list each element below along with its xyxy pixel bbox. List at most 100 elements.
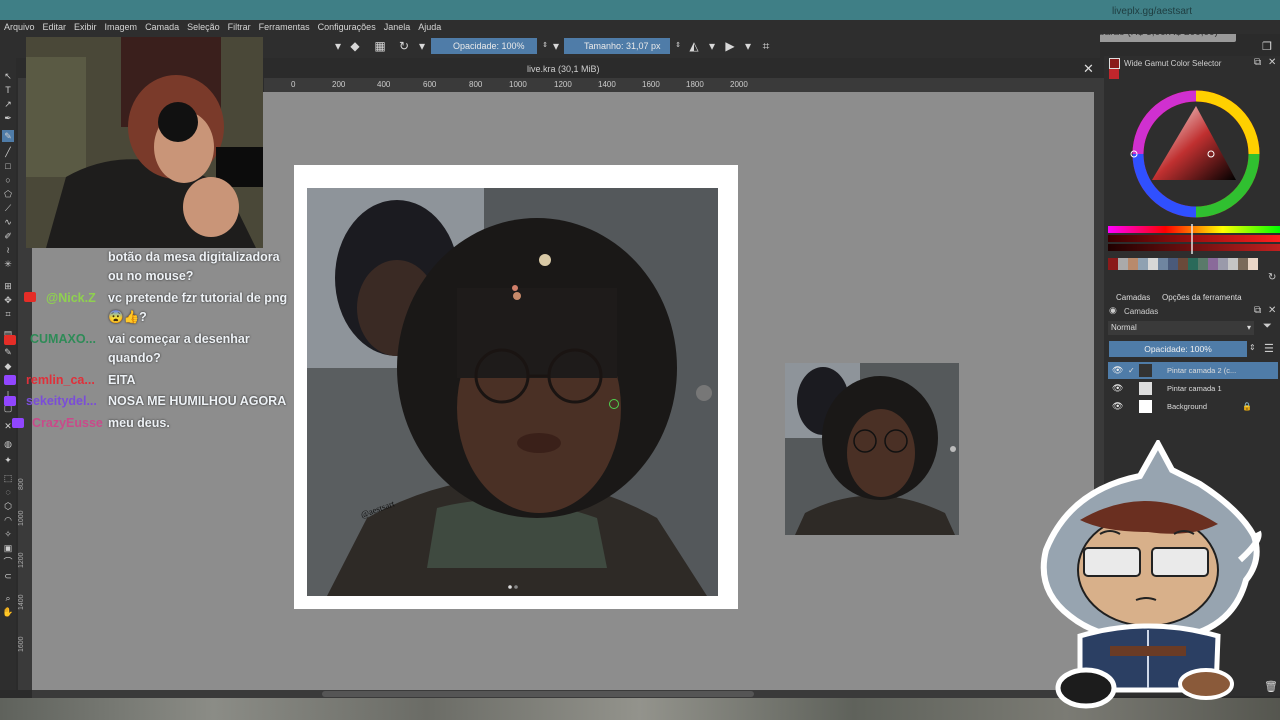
color-swatch[interactable] (1138, 258, 1148, 270)
close-panel-icon[interactable]: ✕ (1268, 57, 1276, 68)
similar-select-icon[interactable]: ▣ (2, 542, 14, 554)
ellipse-select-icon[interactable]: ◌ (2, 486, 14, 498)
color-swatch[interactable] (1198, 258, 1208, 270)
pan-tool-icon[interactable]: ✋ (2, 606, 14, 618)
calligraphy-icon[interactable]: ✒ (2, 112, 14, 124)
mirror-horizontal-icon[interactable]: ◭ (686, 38, 702, 54)
bezier-select-icon[interactable]: ⌒ (2, 556, 14, 568)
close-panel-icon[interactable]: ✕ (1268, 305, 1276, 316)
blend-mode-select[interactable]: Normal ▾ (1108, 321, 1254, 335)
artwork-portrait[interactable]: @aestsart (307, 188, 718, 596)
edit-shapes-icon[interactable]: ↗ (2, 98, 14, 110)
hue-slider[interactable] (1108, 226, 1280, 233)
slider-handle[interactable] (1191, 224, 1193, 254)
bezier-tool-icon[interactable]: ∿ (2, 216, 14, 228)
color-swatch[interactable] (1218, 258, 1228, 270)
ruler-tick: 200 (332, 80, 346, 89)
color-swatch[interactable] (1168, 258, 1178, 270)
reload-preset-icon[interactable]: ↻ (396, 38, 412, 54)
color-swatch[interactable] (1238, 258, 1248, 270)
reference-image[interactable] (785, 363, 959, 535)
fill-bucket-icon[interactable]: ◍ (2, 438, 14, 450)
menu-filtrar[interactable]: Filtrar (224, 20, 255, 34)
menu-arquivo[interactable]: Arquivo (0, 20, 39, 34)
float-panel-icon[interactable]: ⧉ (1254, 57, 1261, 68)
select-shapes-icon[interactable]: ↖ (2, 70, 14, 82)
wrap-around-icon[interactable]: ⌗ (758, 38, 774, 54)
freehand-select-icon[interactable]: ◠ (2, 514, 14, 526)
visibility-eye-icon[interactable]: 👁 (1112, 362, 1123, 379)
brush-size-slider[interactable]: Tamanho: 31,07 px (564, 38, 670, 54)
color-swatch[interactable] (1148, 258, 1158, 270)
menu-ajuda[interactable]: Ajuda (414, 20, 445, 34)
polyline-tool-icon[interactable]: ⟋ (2, 202, 14, 214)
mirror-vertical-icon[interactable]: ▶ (722, 38, 738, 54)
window-restore-icon[interactable]: ❐ (1262, 40, 1272, 53)
color-wheel[interactable] (1122, 86, 1270, 226)
close-document-icon[interactable]: ✕ (1083, 61, 1094, 77)
rectangle-tool-icon[interactable]: □ (2, 160, 14, 172)
line-tool-icon[interactable]: ╱ (2, 146, 14, 158)
filter-icon[interactable]: ⏷ (1263, 320, 1272, 333)
chevron-down-icon[interactable]: ▾ (414, 38, 430, 54)
layer-row[interactable]: 👁 Background 🔒 (1108, 398, 1278, 415)
menu-ferramentas[interactable]: Ferramentas (255, 20, 314, 34)
pattern-edit-icon[interactable]: ✦ (2, 454, 14, 466)
polygon-tool-icon[interactable]: ⬠ (2, 188, 14, 200)
rect-select-icon[interactable]: ⬚ (2, 472, 14, 484)
color-swatch[interactable] (1188, 258, 1198, 270)
menu-configuracoes[interactable]: Configurações (314, 20, 380, 34)
foreground-color-swatch[interactable] (1109, 58, 1120, 69)
menu-exibir[interactable]: Exibir (70, 20, 101, 34)
chevron-down-icon[interactable]: ▾ (548, 38, 564, 54)
value-slider[interactable] (1108, 244, 1280, 251)
freehand-path-icon[interactable]: ✐ (2, 230, 14, 242)
layer-row[interactable]: 👁 ✓ Pintar camada 2 (c... (1108, 362, 1278, 379)
delete-layer-icon[interactable]: 🗑 (1264, 680, 1278, 693)
color-swatch[interactable] (1128, 258, 1138, 270)
chevron-down-icon[interactable]: ▾ (704, 38, 720, 54)
layer-row[interactable]: 👁 Pintar camada 1 (1108, 380, 1278, 397)
eraser-icon[interactable]: ◆ (347, 38, 363, 54)
alpha-lock-icon[interactable]: ▦ (372, 38, 388, 54)
refresh-icon[interactable]: ↻ (1268, 272, 1276, 283)
shark-mascot-overlay (1040, 437, 1266, 710)
layer-opacity-slider[interactable]: Opacidade: 100% (1109, 341, 1247, 357)
checkmark-icon[interactable]: ✓ (1128, 362, 1135, 379)
color-swatch[interactable] (1248, 258, 1258, 270)
text-tool-icon[interactable]: T (2, 84, 14, 96)
color-swatch[interactable] (1108, 258, 1118, 270)
magnetic-select-icon[interactable]: ⊂ (2, 570, 14, 582)
menu-camada[interactable]: Camada (141, 20, 183, 34)
ellipse-tool-icon[interactable]: ○ (2, 174, 14, 186)
lock-icon[interactable]: 🔒 (1242, 398, 1252, 415)
tab-tool-options[interactable]: Opções da ferramenta (1162, 293, 1242, 302)
background-color-swatch[interactable] (1109, 69, 1119, 79)
chevron-down-icon[interactable]: ▾ (330, 38, 346, 54)
menu-janela[interactable]: Janela (380, 20, 415, 34)
opacity-slider[interactable]: Opacidade: 100% (431, 38, 537, 54)
color-swatch[interactable] (1118, 258, 1128, 270)
size-stepper-icon[interactable]: ⇕ (670, 38, 686, 54)
opacity-stepper-icon[interactable]: ⇕ (1249, 343, 1256, 352)
menu-selecao[interactable]: Seleção (183, 20, 224, 34)
document-tab-title[interactable]: live.kra (30,1 MiB) (527, 64, 600, 74)
saturation-slider[interactable] (1108, 235, 1280, 242)
visibility-eye-icon[interactable]: 👁 (1112, 398, 1123, 415)
polygon-select-icon[interactable]: ⬡ (2, 500, 14, 512)
float-panel-icon[interactable]: ⧉ (1254, 305, 1261, 316)
menu-icon[interactable]: ☰ (1264, 342, 1274, 355)
color-swatch[interactable] (1208, 258, 1218, 270)
contiguous-select-icon[interactable]: ✧ (2, 528, 14, 540)
color-swatch[interactable] (1178, 258, 1188, 270)
menu-editar[interactable]: Editar (39, 20, 71, 34)
menu-imagem[interactable]: Imagem (101, 20, 142, 34)
color-swatch[interactable] (1228, 258, 1238, 270)
horizontal-scrollbar-thumb[interactable] (322, 691, 754, 697)
color-swatch[interactable] (1158, 258, 1168, 270)
brush-tool-icon[interactable]: ✎ (2, 130, 14, 142)
zoom-tool-icon[interactable]: ⌕ (2, 592, 14, 604)
tab-layers[interactable]: Camadas (1116, 293, 1150, 302)
chevron-down-icon[interactable]: ▾ (740, 38, 756, 54)
visibility-eye-icon[interactable]: 👁 (1112, 380, 1123, 397)
